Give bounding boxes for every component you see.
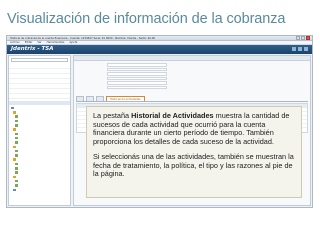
detail-field (107, 81, 167, 85)
folder-icon (13, 128, 16, 131)
maximize-button[interactable] (301, 36, 305, 40)
folder-icon (13, 145, 16, 149)
detail-row (77, 85, 227, 91)
menu-item-editar[interactable]: Editar (25, 41, 33, 44)
window-title: Historia de cobranza de la cuenta financ… (10, 37, 156, 40)
tab-bar: Historial de Actividades (76, 96, 308, 102)
sidebar (8, 55, 71, 206)
detail-field (107, 76, 167, 80)
folder-icon (15, 136, 18, 140)
folder-icon (15, 184, 18, 187)
folder-icon (13, 158, 16, 161)
detail-field (107, 72, 167, 76)
folder-icon (13, 175, 16, 179)
sidebar-list (9, 64, 70, 99)
folder-icon (15, 167, 18, 170)
main-toolbar (74, 56, 310, 61)
folder-icon (15, 171, 18, 174)
tree-node[interactable] (9, 188, 70, 192)
folder-icon (15, 119, 18, 123)
folder-icon (15, 132, 18, 136)
brand-bar: Jdentrix - TSA (7, 45, 312, 54)
folder-icon (15, 115, 18, 118)
help-icon[interactable] (298, 47, 302, 51)
folder-icon (15, 124, 18, 127)
menu-item-herramientas[interactable]: Herramientas (47, 41, 65, 44)
account-details (77, 63, 227, 90)
callout-highlight: Historial de Actividades (131, 111, 214, 120)
navigation-tree (9, 106, 70, 192)
folder-icon (15, 149, 18, 153)
window-controls (296, 36, 310, 40)
tab-historial-de-actividades[interactable]: Historial de Actividades (106, 96, 145, 101)
detail-field (107, 85, 167, 89)
tab-1[interactable] (76, 96, 84, 101)
detail-field (107, 63, 167, 67)
home-icon[interactable] (292, 47, 296, 51)
callout-paragraph-2: Si seleccionás una de las actividades, t… (93, 151, 294, 179)
slide-title: Visualización de información de la cobra… (7, 11, 286, 27)
brand-toolbar (292, 47, 308, 51)
folder-icon (13, 111, 16, 114)
folder-icon (15, 179, 18, 183)
folder-icon (15, 162, 18, 166)
folder-icon (11, 106, 14, 110)
folder-icon (15, 154, 18, 157)
sidebar-search-input[interactable] (11, 58, 68, 62)
tree-header (9, 101, 70, 105)
brand-logo: Jdentrix - TSA (11, 46, 54, 52)
sidebar-item[interactable] (9, 94, 70, 99)
minimize-button[interactable] (296, 36, 300, 40)
tab-2[interactable] (86, 96, 94, 101)
menu-item-ayuda[interactable]: Ayuda (69, 41, 77, 44)
folder-icon (15, 141, 18, 144)
folder-icon (13, 188, 16, 192)
callout-paragraph-1: La pestaña Historial de Actividades mues… (93, 111, 290, 147)
close-button[interactable] (306, 36, 310, 40)
menu-item-archivo[interactable]: Archivo (10, 41, 20, 44)
settings-icon[interactable] (304, 47, 308, 51)
tab-3[interactable] (96, 96, 104, 101)
explanation-callout: La pestaña Historial de Actividades mues… (86, 106, 302, 198)
detail-field (107, 67, 167, 71)
menu-item-ver[interactable]: Ver (37, 41, 41, 44)
